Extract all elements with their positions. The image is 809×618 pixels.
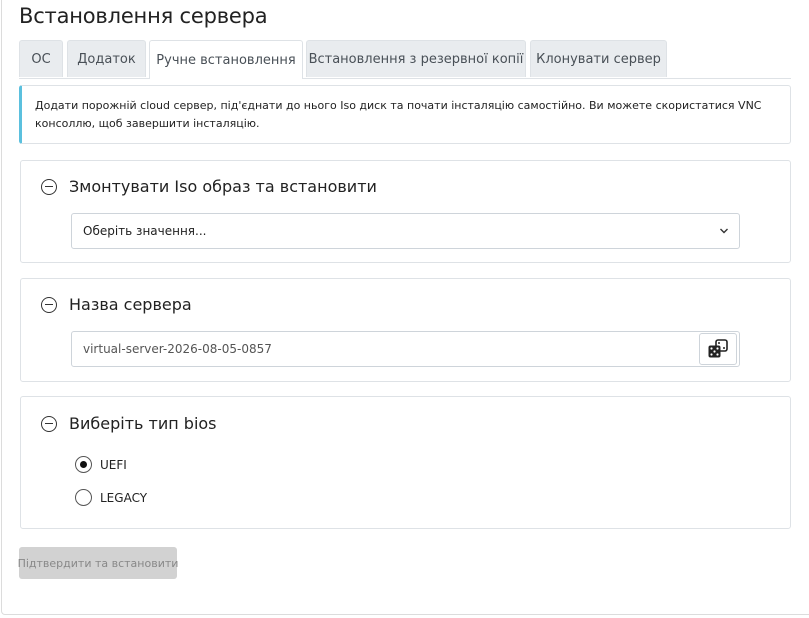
uefi-label: UEFI — [100, 457, 127, 472]
tab-label: Клонувати сервер — [536, 51, 661, 67]
server-name-title: Назва сервера — [69, 295, 192, 314]
iso-section-card: Змонтувати Iso образ та встановити Обері… — [20, 160, 791, 263]
legacy-label: LEGACY — [100, 490, 148, 505]
legacy-radio[interactable] — [75, 489, 92, 506]
confirm-install-button[interactable]: Підтвердити та встановити — [17, 547, 179, 579]
tab-label: Додаток — [77, 51, 136, 67]
iso-image-select[interactable]: Оберіть значення... — [71, 213, 740, 249]
collapse-icon[interactable] — [41, 296, 57, 313]
bios-option-legacy[interactable]: LEGACY — [75, 489, 147, 506]
tab-clone-server[interactable]: Клонувати сервер — [530, 40, 667, 77]
page-title: Встановлення сервера — [19, 4, 268, 28]
server-name-header: Назва сервера — [41, 295, 192, 314]
iso-section-title: Змонтувати Iso образ та встановити — [69, 177, 377, 196]
info-alert: Додати порожній cloud сервер, під'єднати… — [19, 85, 791, 144]
uefi-radio[interactable] — [75, 456, 92, 473]
tab-os[interactable]: ОС — [19, 40, 63, 77]
bios-section-card: Виберіть тип bios UEFI LEGACY — [20, 396, 791, 529]
collapse-icon[interactable] — [41, 415, 57, 432]
tab-label: Ручне встановлення — [156, 52, 296, 68]
dice-icon — [708, 339, 728, 358]
bios-section-header: Виберіть тип bios — [41, 414, 217, 433]
server-name-card: Назва сервера virtual-server-2026-08-05-… — [20, 278, 791, 382]
tab-label: ОС — [31, 51, 51, 67]
iso-select-value: Оберіть значення... — [83, 224, 207, 238]
server-name-field[interactable]: virtual-server-2026-08-05-0857 — [71, 331, 740, 367]
bios-section-title: Виберіть тип bios — [69, 414, 217, 433]
random-name-button[interactable] — [699, 333, 737, 365]
tab-manual-install[interactable]: Ручне встановлення — [149, 40, 303, 79]
info-alert-text: Додати порожній cloud сервер, під'єднати… — [35, 99, 762, 130]
tab-backup-install[interactable]: Встановлення з резервної копії — [306, 40, 526, 77]
iso-section-header: Змонтувати Iso образ та встановити — [41, 177, 377, 196]
confirm-install-label: Підтвердити та встановити — [17, 556, 179, 570]
tab-label: Встановлення з резервної копії — [308, 51, 524, 67]
collapse-icon[interactable] — [41, 178, 57, 195]
tab-app[interactable]: Додаток — [67, 40, 146, 77]
server-name-input[interactable]: virtual-server-2026-08-05-0857 — [72, 342, 699, 356]
install-tabs: ОС Додаток Ручне встановлення Встановлен… — [19, 40, 791, 79]
chevron-down-icon — [720, 228, 728, 234]
bios-option-uefi[interactable]: UEFI — [75, 456, 127, 473]
